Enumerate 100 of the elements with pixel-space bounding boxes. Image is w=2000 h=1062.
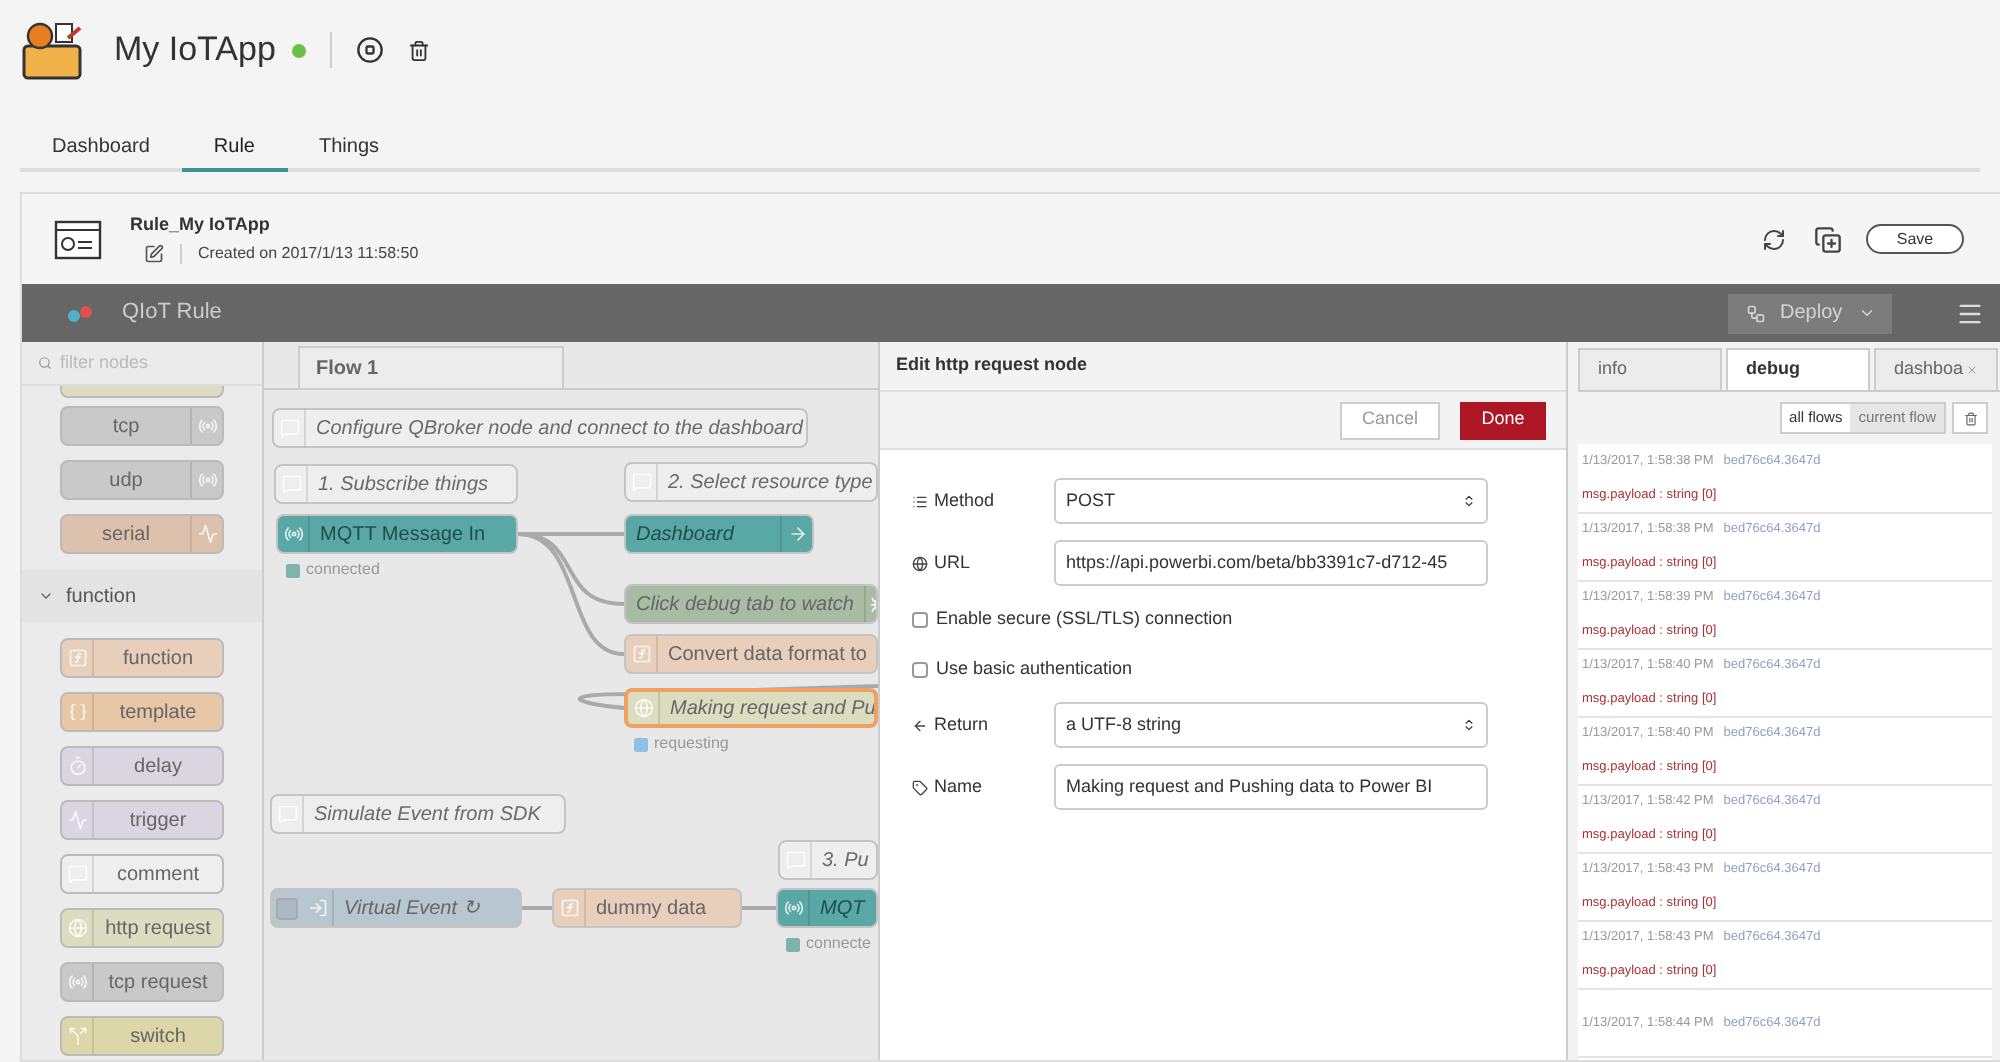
radio-waves-icon	[283, 524, 303, 544]
clear-button[interactable]	[1952, 402, 1988, 434]
wire	[522, 906, 552, 910]
select-arrow-icon	[1462, 718, 1476, 732]
sidebar-tab[interactable]: info	[1578, 348, 1722, 390]
node-label: switch	[128, 1023, 188, 1051]
trash-icon	[1963, 411, 1977, 425]
rule-title: Rule_My IoTApp	[130, 211, 272, 238]
list-icon	[912, 493, 928, 509]
sidebar-tab[interactable]: debug	[1726, 348, 1870, 390]
node-label: Configure QBroker node and connect to the dashboard	[314, 415, 806, 443]
flow-node[interactable]: MQT	[776, 888, 878, 928]
refresh-icon[interactable]	[1762, 227, 1786, 251]
flow-node[interactable]: dummy data	[552, 888, 742, 928]
cancel-button[interactable]: Cancel	[1340, 401, 1440, 439]
arrow-left-icon	[912, 717, 928, 733]
palette-node[interactable]: switch	[60, 1016, 224, 1056]
node-label: trigger	[127, 807, 189, 835]
palette-node[interactable]: trigger	[60, 800, 224, 840]
status-text: requesting	[654, 732, 729, 756]
palette-node[interactable]: comment	[60, 854, 224, 894]
flow-node[interactable]: Click debug tab to watch	[624, 584, 878, 624]
flow-comment[interactable]: Configure QBroker node and connect to the dashboard	[272, 408, 808, 448]
node-label: 2. Select resource type	[666, 469, 875, 497]
stop-icon[interactable]	[355, 36, 384, 64]
tray-title: Edit http request node	[896, 352, 1087, 379]
tab[interactable]: Things	[287, 124, 412, 172]
checkbox-label: Use basic authentication	[936, 655, 1133, 682]
input-field[interactable]: https://api.powerbi.com/beta/bb3391c7-d712-45	[1054, 540, 1488, 586]
caret-icon	[1858, 304, 1876, 322]
select-field[interactable]: POST	[1054, 478, 1488, 524]
radio-waves-icon	[783, 898, 803, 918]
flow-node[interactable]: Convert data format to	[624, 634, 878, 674]
palette-node[interactable]: function	[60, 638, 224, 678]
close-icon[interactable]	[1966, 364, 1978, 376]
checkbox[interactable]	[912, 661, 928, 677]
radio-waves-icon	[197, 416, 217, 436]
save-button[interactable]: Save	[1866, 224, 1964, 254]
status-text: connected	[306, 558, 380, 582]
flow-node[interactable]: Virtual Event ↻	[270, 888, 522, 928]
palette-node[interactable]: udp	[60, 460, 224, 500]
globe-icon	[912, 555, 928, 571]
flow-comment[interactable]: 2. Select resource type	[624, 462, 878, 502]
node-label: tcp request	[106, 969, 210, 997]
editor-title: QIoT Rule	[122, 298, 222, 329]
tab[interactable]: Rule	[181, 124, 287, 172]
node-label: Dashboard	[634, 521, 737, 549]
palette-node[interactable]: delay	[60, 746, 224, 786]
function-icon	[559, 898, 579, 918]
node-label: template	[117, 699, 199, 727]
app-title: My IoTApp	[114, 28, 276, 73]
done-button[interactable]: Done	[1460, 401, 1546, 439]
node-label: Convert data format to	[666, 641, 869, 669]
field-label: Method	[934, 487, 995, 514]
palette-node[interactable]: serial	[60, 514, 224, 554]
gears-icon	[66, 303, 94, 323]
palette-node[interactable]: tcp request	[60, 962, 224, 1002]
node-label: udp	[107, 467, 145, 495]
field-label: Return	[934, 711, 989, 738]
node-label: 3. Pu	[820, 847, 871, 875]
select-field[interactable]: a UTF-8 string	[1054, 702, 1488, 748]
add-copy-icon[interactable]	[1814, 225, 1842, 253]
node-label: 1. Subscribe things	[316, 471, 491, 499]
flow-node[interactable]: MQTT Message In	[276, 514, 518, 554]
category-header[interactable]: function	[22, 570, 262, 622]
node-label: delay	[132, 753, 184, 781]
field-label: Name	[934, 773, 983, 800]
created-date: Created on 2017/1/13 11:58:50	[198, 242, 419, 267]
node-label: MQTT Message In	[318, 521, 488, 549]
palette-node[interactable]: tcp	[60, 406, 224, 446]
menu-icon[interactable]	[1956, 299, 1984, 327]
select-arrow-icon	[1462, 494, 1476, 508]
split-icon	[67, 1026, 87, 1046]
flow-node[interactable]: Dashboard	[624, 514, 814, 554]
function-icon	[631, 644, 651, 664]
node-label: dummy data	[594, 895, 709, 923]
tab[interactable]: Dashboard	[20, 124, 182, 172]
globe-icon	[67, 918, 87, 938]
delete-icon[interactable]	[407, 39, 430, 61]
edit-icon[interactable]	[144, 244, 164, 265]
flow-comment[interactable]: 1. Subscribe things	[274, 464, 518, 504]
arrow-icon	[787, 524, 807, 544]
flow-comment[interactable]: 3. Pu	[778, 840, 878, 880]
flow-tab[interactable]: Flow 1	[298, 346, 564, 388]
checkbox[interactable]	[912, 611, 928, 627]
sidebar-tab[interactable]: dashboa	[1874, 348, 1998, 390]
node-label: serial	[100, 521, 152, 549]
palette-node[interactable]: http request	[60, 908, 224, 948]
wire	[742, 906, 776, 910]
pulse-icon	[197, 524, 217, 544]
flow-comment[interactable]: Simulate Event from SDK	[270, 794, 566, 834]
palette-node[interactable]: template	[60, 692, 224, 732]
node-label: MQT	[818, 895, 868, 923]
radio-waves-icon	[197, 470, 217, 490]
arrow-in-icon	[307, 898, 327, 918]
input-field[interactable]: Making request and Pushing data to Power BI	[1054, 764, 1488, 810]
node-label: tcp	[110, 413, 142, 441]
status-text: connecte	[806, 932, 871, 956]
tag-icon	[912, 779, 928, 795]
node-label: Virtual Event ↻	[342, 895, 482, 923]
